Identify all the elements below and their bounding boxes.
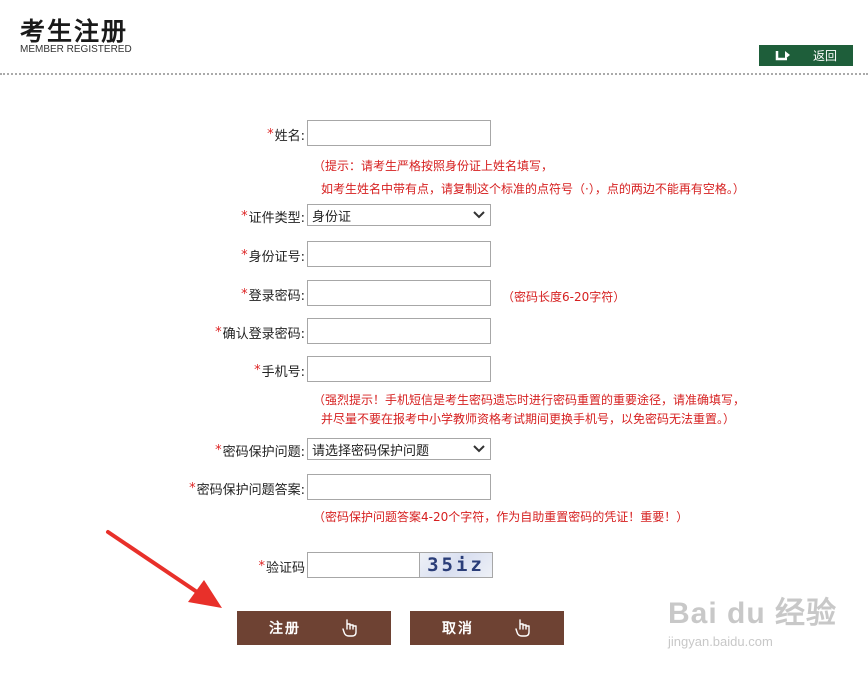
id-type-select[interactable]: 身份证 (307, 204, 491, 226)
captcha-label: * 验证码 (258, 559, 305, 576)
password-hint: （密码长度6-20字符） (502, 290, 626, 304)
password-label: * 登录密码: (241, 287, 305, 304)
cancel-button-label: 取消 (442, 621, 474, 637)
phone-label: * 手机号: (254, 363, 305, 380)
pointer-hand-icon (342, 619, 357, 637)
phone-input[interactable] (307, 356, 491, 382)
form-row-confirm-password: * 确认登录密码: (0, 318, 868, 348)
form-row-security-answer: * 密码保护问题答案: (0, 474, 868, 504)
register-button[interactable]: 注册 (237, 611, 391, 645)
cancel-button[interactable]: 取消 (410, 611, 564, 645)
red-arrow-icon (106, 530, 222, 608)
name-input[interactable] (307, 120, 491, 146)
form-row-id-type: * 证件类型: 身份证 (0, 202, 868, 232)
form-row-phone: * 手机号: (0, 356, 868, 386)
id-number-label: * 身份证号: (241, 248, 305, 265)
watermark-logo: Bai du 经验 (668, 597, 838, 630)
form-row-name: * 姓名: (0, 120, 868, 150)
id-number-input[interactable] (307, 241, 491, 267)
phone-hint-line2: 并尽量不要在报考中小学教师资格考试期间更换手机号，以免密码无法重置。） (321, 412, 736, 426)
page-title: 考生注册 (20, 17, 129, 46)
page-header: 考生注册 MEMBER REGISTERED 返回 (0, 0, 868, 76)
confirm-password-label: * 确认登录密码: (215, 325, 305, 342)
security-answer-input[interactable] (307, 474, 491, 500)
form-row-security-question: * 密码保护问题: 请选择密码保护问题 (0, 436, 868, 466)
form-row-id-number: * 身份证号: (0, 241, 868, 271)
chevron-down-icon (473, 211, 485, 219)
chevron-down-icon (473, 445, 485, 453)
pointer-hand-icon (515, 619, 530, 637)
captcha-input[interactable] (307, 552, 419, 578)
return-arrow-icon (775, 49, 795, 63)
captcha-image[interactable]: 35iz (419, 552, 493, 578)
page-subtitle: MEMBER REGISTERED (20, 44, 132, 55)
id-type-label: * 证件类型: (241, 209, 305, 226)
phone-hint-line1: （强烈提示！手机短信是考生密码遗忘时进行密码重置的重要途径，请准确填写， (313, 393, 746, 407)
header-divider (0, 73, 868, 75)
name-label: * 姓名: (267, 127, 305, 144)
security-answer-hint: （密码保护问题答案4-20个字符，作为自助重置密码的凭证！重要！） (313, 510, 689, 524)
name-hint-line1: （提示：请考生严格按照身份证上姓名填写， (313, 159, 554, 173)
watermark: Bai du 经验 jingyan.baidu.com (668, 588, 837, 649)
security-question-label: * 密码保护问题: (215, 443, 305, 460)
password-input[interactable] (307, 280, 491, 306)
form-row-password: * 登录密码: （密码长度6-20字符） (0, 280, 868, 310)
name-hint-line2: 如考生姓名中带有点，请复制这个标准的点符号（·），点的两边不能再有空格。） (321, 182, 745, 196)
register-button-label: 注册 (269, 621, 301, 637)
required-mark: * (267, 127, 274, 142)
security-answer-label: * 密码保护问题答案: (189, 481, 305, 498)
security-question-select[interactable]: 请选择密码保护问题 (307, 438, 491, 460)
back-button[interactable]: 返回 (759, 45, 853, 66)
back-button-label: 返回 (812, 49, 837, 63)
watermark-url: jingyan.baidu.com (668, 634, 773, 649)
confirm-password-input[interactable] (307, 318, 491, 344)
